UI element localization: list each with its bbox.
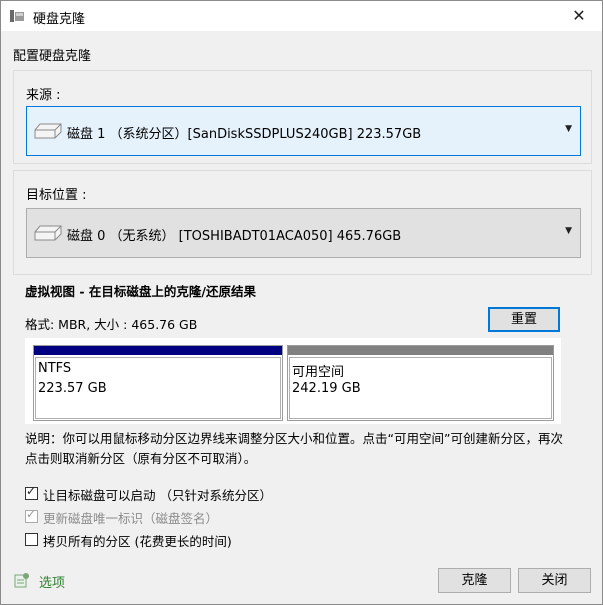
section-title: 配置硬盘克隆 (13, 49, 92, 64)
partition-ntfs[interactable]: NTFS 223.57 GB (33, 345, 283, 421)
chevron-down-icon: ▼ (565, 226, 572, 236)
checkmark-icon: ✓ (26, 484, 37, 498)
disk-icon (34, 225, 62, 241)
close-button[interactable]: 关闭 (518, 568, 591, 593)
checkbox-box: ✓ (25, 507, 38, 523)
disk-icon (34, 123, 62, 139)
disk-format-info: 格式: MBR, 大小 : 465.76 GB (25, 317, 198, 332)
close-window-button[interactable]: ✕ (556, 1, 602, 31)
partition-color-bar (34, 346, 282, 355)
target-group: 目标位置 : 磁盘 0 （无系统） [TOSHIBADT01ACA050] 46… (13, 170, 592, 275)
reset-button[interactable]: 重置 (488, 307, 560, 332)
source-group: 来源 : 磁盘 1 （系统分区）[SanDiskSSDPLUS240GB] 22… (13, 70, 592, 164)
checkbox-box[interactable]: ✓ (25, 484, 38, 500)
partition-free-space[interactable]: 可用空间 242.19 GB (287, 345, 554, 421)
usage-note: 说明：你可以用鼠标移动分区边界线来调整分区大小和位置。点击“可用空间”可创建新分… (25, 431, 563, 466)
disk-map: NTFS 223.57 GB 可用空间 242.19 GB (25, 338, 561, 424)
window-title: 硬盘克隆 (33, 12, 86, 27)
chevron-down-icon: ▼ (565, 124, 572, 134)
checkbox-box[interactable] (25, 533, 38, 546)
virtual-view-title: 虚拟视图 - 在目标磁盘上的克隆/还原结果 (25, 284, 256, 299)
close-icon: ✕ (572, 6, 586, 25)
options-icon (14, 573, 29, 588)
disk-clone-window: 硬盘克隆 ✕ 配置硬盘克隆 来源 : 磁盘 1 （系统分区）[SanDiskSS… (0, 0, 603, 605)
checkmark-icon: ✓ (26, 507, 37, 521)
title-bar: 硬盘克隆 ✕ (1, 1, 602, 31)
source-disk-select[interactable]: 磁盘 1 （系统分区）[SanDiskSSDPLUS240GB] 223.57G… (26, 106, 581, 156)
target-disk-select[interactable]: 磁盘 0 （无系统） [TOSHIBADT01ACA050] 465.76GB … (26, 208, 581, 258)
source-disk-value: 磁盘 1 （系统分区）[SanDiskSSDPLUS240GB] 223.57G… (67, 127, 422, 142)
partition-name: NTFS (38, 361, 72, 376)
partition-name: 可用空间 (292, 365, 345, 380)
partition-color-bar (288, 346, 553, 355)
target-disk-value: 磁盘 0 （无系统） [TOSHIBADT01ACA050] 465.76GB (67, 229, 402, 244)
target-label: 目标位置 : (26, 188, 87, 203)
app-icon (10, 10, 24, 22)
source-label: 来源 : (26, 88, 61, 103)
partition-size: 242.19 GB (292, 381, 361, 396)
partition-size: 223.57 GB (38, 381, 107, 396)
clone-button[interactable]: 克隆 (438, 568, 511, 593)
